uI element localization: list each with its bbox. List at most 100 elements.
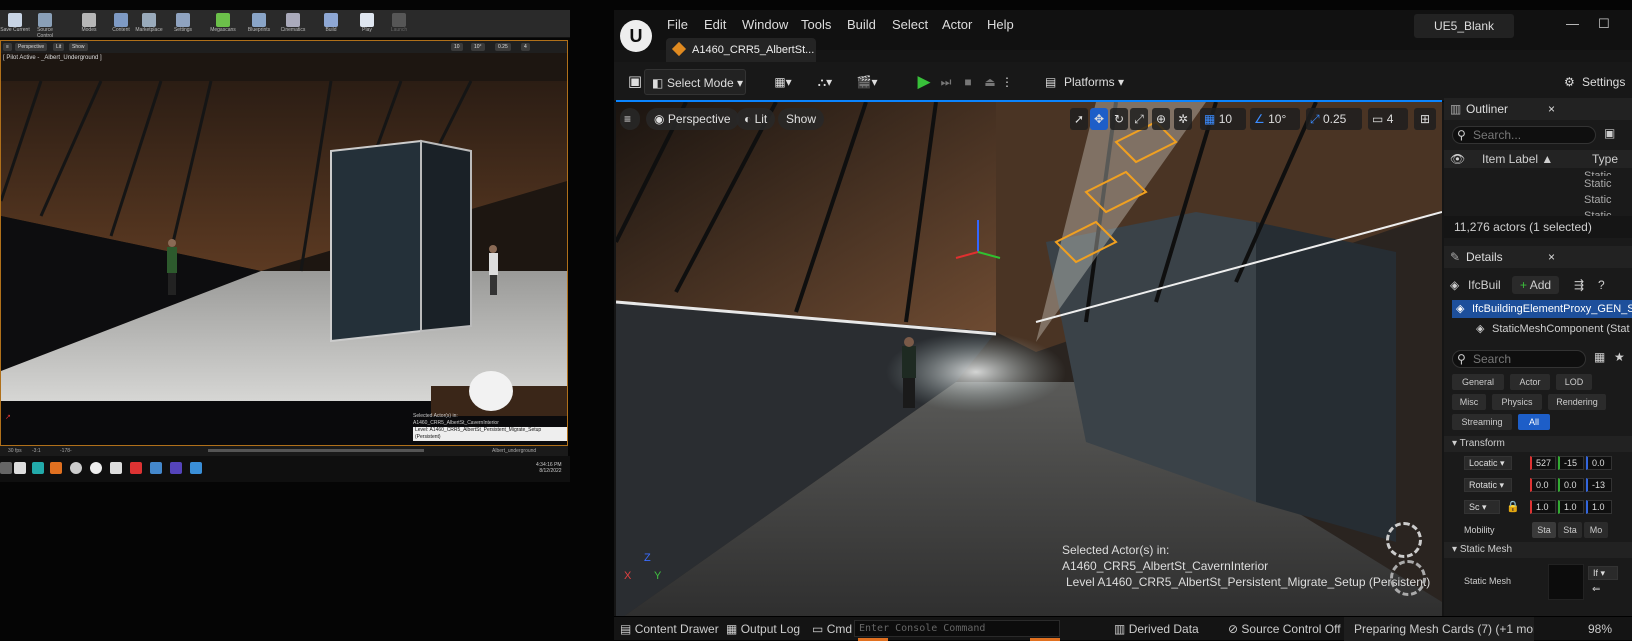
mesh-cards-progress[interactable]: Preparing Mesh Cards (7) (+1 more) bbox=[1344, 617, 1534, 641]
taskbar-icon-chat[interactable] bbox=[14, 462, 26, 474]
visibility-eye-icon[interactable]: 👁 bbox=[1450, 150, 1465, 168]
rotation-y[interactable]: 0.0 bbox=[1558, 478, 1584, 492]
camera-speed[interactable]: ▭ 4 bbox=[1368, 108, 1408, 130]
cinematics-icon[interactable]: 🎬▾ bbox=[852, 69, 882, 95]
table-view-icon[interactable]: ▦ bbox=[1594, 350, 1605, 364]
scale-x[interactable]: 1.0 bbox=[1530, 500, 1556, 514]
level-viewport[interactable]: ≡ ◉ Perspective ◐ Lit Show ➚ ✥ ↻ ⤢ ⊕ ✲ ▦… bbox=[616, 100, 1442, 620]
rotate-tool-icon[interactable]: ↻ bbox=[1110, 108, 1128, 130]
list-item[interactable]: Static bbox=[1584, 192, 1612, 208]
ue4-snap-b[interactable]: 10° bbox=[471, 43, 485, 51]
taskbar-icon-unreal[interactable] bbox=[90, 462, 102, 474]
taskbar-icon-chrome[interactable] bbox=[70, 462, 82, 474]
translate-tool-icon[interactable]: ✥ bbox=[1090, 108, 1108, 130]
transform-section[interactable]: ▾ Transform bbox=[1444, 436, 1632, 452]
taskbar-icon-active[interactable] bbox=[50, 462, 62, 474]
viewport-menu-icon[interactable]: ≡ bbox=[620, 108, 640, 130]
mobility-movable[interactable]: Mo bbox=[1584, 522, 1608, 538]
perspective-button[interactable]: ◉ Perspective bbox=[646, 108, 739, 130]
location-z[interactable]: 0.0 bbox=[1586, 456, 1612, 470]
source-control-button[interactable]: ⊘ Source Control Off bbox=[1228, 622, 1341, 636]
ue4-snap-a[interactable]: 10 bbox=[451, 43, 463, 51]
ue4-lit-chip[interactable]: Lit bbox=[53, 43, 65, 51]
blueprint-convert-icon[interactable]: ⇶ bbox=[1574, 274, 1584, 296]
settings-dropdown[interactable]: ⚙ Settings bbox=[1564, 69, 1632, 95]
maximize-icon[interactable]: ☐ bbox=[1598, 16, 1610, 32]
menu-edit[interactable]: Edit bbox=[704, 17, 726, 32]
mobility-stationary[interactable]: Sta bbox=[1558, 522, 1582, 538]
grid-snap[interactable]: ▦ 10 bbox=[1200, 108, 1246, 130]
blueprints-button[interactable]: Blueprints bbox=[244, 12, 274, 36]
scale-z[interactable]: 1.0 bbox=[1586, 500, 1612, 514]
derived-data-button[interactable]: ▥ Derived Data bbox=[1114, 622, 1199, 636]
menu-select[interactable]: Select bbox=[892, 17, 928, 32]
component-tree-child[interactable]: ◈ StaticMeshComponent (Stat bbox=[1474, 320, 1632, 338]
menu-help[interactable]: Help bbox=[987, 17, 1014, 32]
category-general[interactable]: General bbox=[1452, 374, 1504, 390]
surface-snap-icon[interactable]: ✲ bbox=[1174, 108, 1192, 130]
output-log-button[interactable]: ▦ Output Log bbox=[726, 622, 800, 636]
outliner-folder-icon[interactable]: ▣ bbox=[1604, 126, 1615, 140]
ue4-level-browser[interactable]: Albert_underground bbox=[492, 448, 536, 454]
rotation-snap[interactable]: ∠ 10° bbox=[1250, 108, 1300, 130]
scale-tool-icon[interactable]: ⤢ bbox=[1130, 108, 1148, 130]
category-streaming[interactable]: Streaming bbox=[1452, 414, 1512, 430]
taskbar-icon-unreal-2[interactable] bbox=[110, 462, 122, 474]
menu-tools[interactable]: Tools bbox=[801, 17, 831, 32]
select-mode-dropdown[interactable]: ◧ Select Mode ▾ bbox=[644, 69, 746, 95]
ue4-timeline[interactable]: 30 fps -3:1 -178- Albert_underground bbox=[0, 446, 568, 456]
type-column[interactable]: Type bbox=[1592, 150, 1618, 168]
rotation-dropdown[interactable]: Rotatic ▾ bbox=[1464, 478, 1512, 492]
scale-snap[interactable]: ⤢ 0.25 bbox=[1306, 108, 1362, 130]
ue4-cam-speed[interactable]: 4 bbox=[521, 43, 530, 51]
taskbar-icon-red[interactable] bbox=[130, 462, 142, 474]
ue4-snap-c[interactable]: 0.25 bbox=[495, 43, 511, 51]
taskbar-icon-start[interactable] bbox=[0, 462, 12, 474]
close-icon[interactable]: × bbox=[1548, 246, 1555, 268]
ue4-perspective-chip[interactable]: Perspective bbox=[15, 43, 48, 51]
mesh-dropdown[interactable]: If ▾ bbox=[1588, 566, 1618, 580]
eject-icon[interactable]: ⏏ bbox=[980, 69, 1000, 95]
save-current-button[interactable]: Save Current bbox=[0, 12, 30, 36]
taskbar-icon-purple[interactable] bbox=[170, 462, 182, 474]
location-x[interactable]: 527 bbox=[1530, 456, 1556, 470]
menu-build[interactable]: Build bbox=[847, 17, 876, 32]
play-icon[interactable]: ▶ bbox=[914, 69, 934, 95]
megascans-button[interactable]: Megascans bbox=[208, 12, 238, 36]
lock-icon[interactable]: 🔒 bbox=[1506, 500, 1520, 513]
category-actor[interactable]: Actor bbox=[1510, 374, 1550, 390]
play-button[interactable]: Play bbox=[352, 12, 382, 36]
category-lod[interactable]: LOD bbox=[1556, 374, 1592, 390]
list-item[interactable]: Static bbox=[1584, 168, 1612, 176]
static-mesh-section[interactable]: ▾ Static Mesh bbox=[1444, 542, 1632, 558]
rotation-z[interactable]: -13 bbox=[1586, 478, 1612, 492]
stop-icon[interactable]: ■ bbox=[958, 69, 978, 95]
location-dropdown[interactable]: Locatic ▾ bbox=[1464, 456, 1512, 470]
details-search[interactable]: ⚲ Search bbox=[1452, 350, 1586, 368]
close-icon[interactable]: × bbox=[1548, 98, 1555, 120]
favorite-star-icon[interactable]: ★ bbox=[1614, 350, 1625, 364]
ue4-timeline-track[interactable] bbox=[208, 449, 424, 452]
location-y[interactable]: -15 bbox=[1558, 456, 1584, 470]
category-all[interactable]: All bbox=[1518, 414, 1550, 430]
ue4-show-chip[interactable]: Show bbox=[69, 43, 88, 51]
mobility-static[interactable]: Sta bbox=[1532, 522, 1556, 538]
taskbar-icon-app[interactable] bbox=[32, 462, 44, 474]
scale-dropdown[interactable]: Sc ▾ bbox=[1464, 500, 1500, 514]
step-icon[interactable]: ⏭ bbox=[936, 69, 956, 95]
save-icon[interactable]: ▣ bbox=[624, 69, 646, 95]
cinematics-button[interactable]: Cinematics bbox=[278, 12, 308, 36]
rotation-x[interactable]: 0.0 bbox=[1530, 478, 1556, 492]
list-item[interactable]: Static bbox=[1584, 208, 1612, 216]
level-tab[interactable]: A1460_CRR5_AlbertSt... • bbox=[666, 38, 816, 80]
play-options-icon[interactable]: ⋮ bbox=[1000, 69, 1014, 95]
marketplace-button[interactable]: Marketplace bbox=[134, 12, 164, 36]
launch-button[interactable]: Launch bbox=[384, 12, 414, 36]
ue4-menu-chip[interactable]: ≡ bbox=[3, 43, 12, 51]
platforms-dropdown[interactable]: ▤ Platforms ▾ bbox=[1042, 69, 1132, 95]
menu-file[interactable]: File bbox=[667, 17, 688, 32]
mesh-thumbnail[interactable] bbox=[1548, 564, 1584, 600]
category-misc[interactable]: Misc bbox=[1452, 394, 1486, 410]
category-physics[interactable]: Physics bbox=[1492, 394, 1542, 410]
component-tree-root[interactable]: ◈ IfcBuildingElementProxy_GEN_S bbox=[1452, 300, 1632, 318]
